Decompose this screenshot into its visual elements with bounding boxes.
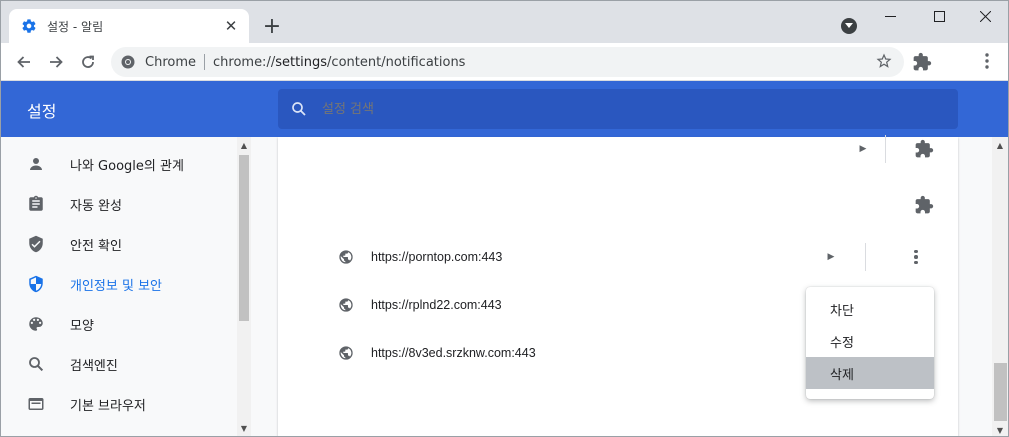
extensions-icon[interactable] — [912, 52, 932, 72]
sidebar-item-label: 나와 Google의 관계 — [70, 159, 184, 174]
search-icon — [29, 357, 44, 372]
forward-button[interactable] — [42, 48, 70, 76]
site-row[interactable]: https://porntop.com:443 — [338, 245, 502, 269]
scrollbar-thumb[interactable] — [239, 155, 249, 321]
scroll-up-arrow[interactable]: ▲ — [995, 140, 1005, 150]
scrollbar-thumb[interactable] — [994, 363, 1007, 421]
arrow-right-icon — [50, 56, 63, 68]
minimize-button[interactable] — [867, 1, 913, 31]
sidebar-item-privacy-security[interactable]: 개인정보 및 보안 — [1, 263, 239, 303]
sidebar-item-label: 기본 브라우저 — [70, 399, 146, 414]
sidebar: 나와 Google의 관계 자동 완성 안전 확인 개인정보 및 보안 모양 검… — [1, 137, 239, 436]
sidebar-scrollbar[interactable]: ▲ ▼ — [237, 137, 251, 436]
shield-icon — [29, 275, 43, 293]
back-button[interactable] — [10, 48, 38, 76]
maximize-button[interactable] — [916, 1, 962, 31]
search-input[interactable] — [322, 101, 922, 117]
menu-item-edit[interactable]: 수정 — [806, 325, 934, 357]
sidebar-item-default-browser[interactable]: 기본 브라우저 — [1, 383, 239, 423]
scroll-down-arrow[interactable]: ▼ — [995, 425, 1005, 435]
arrow-right-icon[interactable]: ▶ — [857, 143, 869, 155]
menu-item-remove[interactable]: 삭제 — [806, 357, 934, 389]
page-title: 설정 — [27, 102, 57, 121]
site-label: Chrome — [145, 54, 196, 70]
arrow-left-icon — [17, 56, 30, 68]
search-icon — [292, 102, 306, 116]
reload-button[interactable] — [74, 48, 102, 76]
sidebar-item-search-engine[interactable]: 검색엔진 — [1, 343, 239, 383]
scroll-up-arrow[interactable]: ▲ — [239, 140, 249, 150]
site-row[interactable]: https://8v3ed.srzknw.com:443 — [338, 341, 536, 365]
tab-search-icon[interactable] — [841, 18, 857, 34]
palette-icon — [29, 317, 43, 331]
site-action-menu: 차단 수정 삭제 — [806, 287, 934, 399]
sidebar-item-you-and-google[interactable]: 나와 Google의 관계 — [1, 143, 239, 183]
close-window-button[interactable] — [962, 1, 1008, 31]
omnibox-separator — [204, 54, 205, 70]
divider — [885, 135, 886, 163]
menu-item-block[interactable]: 차단 — [806, 293, 934, 325]
kebab-menu-icon[interactable] — [977, 51, 997, 71]
settings-header: 설정 — [1, 81, 1008, 137]
sidebar-item-label: 모양 — [70, 319, 94, 334]
tab-settings[interactable]: 설정 - 알림 ✕ — [9, 9, 249, 43]
gear-icon — [22, 19, 36, 33]
settings-search-bar[interactable] — [278, 89, 958, 129]
sidebar-item-autofill[interactable]: 자동 완성 — [1, 183, 239, 223]
tab-title: 설정 - 알림 — [47, 19, 104, 34]
sidebar-item-appearance[interactable]: 모양 — [1, 303, 239, 343]
new-tab-button[interactable]: + — [259, 13, 285, 39]
tab-strip: 설정 - 알림 ✕ + — [1, 1, 1008, 43]
extension-puzzle-icon — [915, 139, 934, 158]
main-scrollbar[interactable]: ▲ ▼ — [992, 137, 1008, 436]
globe-icon — [339, 298, 353, 312]
clipboard-icon — [29, 195, 43, 211]
reload-icon — [82, 55, 94, 68]
sidebar-item-label: 개인정보 및 보안 — [70, 279, 162, 294]
browser-toolbar: Chrome chrome://settings/content/notific… — [1, 43, 1008, 81]
site-url: https://porntop.com:443 — [371, 250, 503, 264]
browser-icon — [28, 398, 44, 410]
star-icon[interactable] — [876, 53, 892, 69]
more-actions-button[interactable] — [906, 245, 926, 269]
person-icon — [30, 158, 42, 170]
close-tab-icon[interactable]: ✕ — [221, 16, 241, 36]
arrow-right-icon[interactable]: ▶ — [825, 251, 837, 263]
browser-window: 설정 - 알림 ✕ + Chrome chrome://settings/con… — [0, 0, 1009, 437]
extension-puzzle-icon — [915, 195, 934, 214]
site-url: https://8v3ed.srzknw.com:443 — [371, 346, 536, 360]
sidebar-item-label: 자동 완성 — [70, 199, 122, 214]
url-text: chrome://settings/content/notifications — [213, 54, 466, 70]
shield-check-icon — [29, 235, 43, 253]
site-url: https://rplnd22.com:443 — [371, 298, 502, 312]
sidebar-item-label: 검색엔진 — [70, 359, 118, 374]
sidebar-item-safety-check[interactable]: 안전 확인 — [1, 223, 239, 263]
sidebar-item-label: 안전 확인 — [70, 239, 122, 254]
globe-icon — [339, 250, 353, 264]
address-bar[interactable]: Chrome chrome://settings/content/notific… — [111, 47, 904, 77]
chrome-icon — [121, 55, 135, 69]
site-row[interactable]: https://rplnd22.com:443 — [338, 293, 502, 317]
divider — [865, 243, 866, 271]
blank-strip — [338, 137, 591, 141]
globe-icon — [339, 346, 353, 360]
scroll-down-arrow[interactable]: ▼ — [239, 423, 249, 433]
